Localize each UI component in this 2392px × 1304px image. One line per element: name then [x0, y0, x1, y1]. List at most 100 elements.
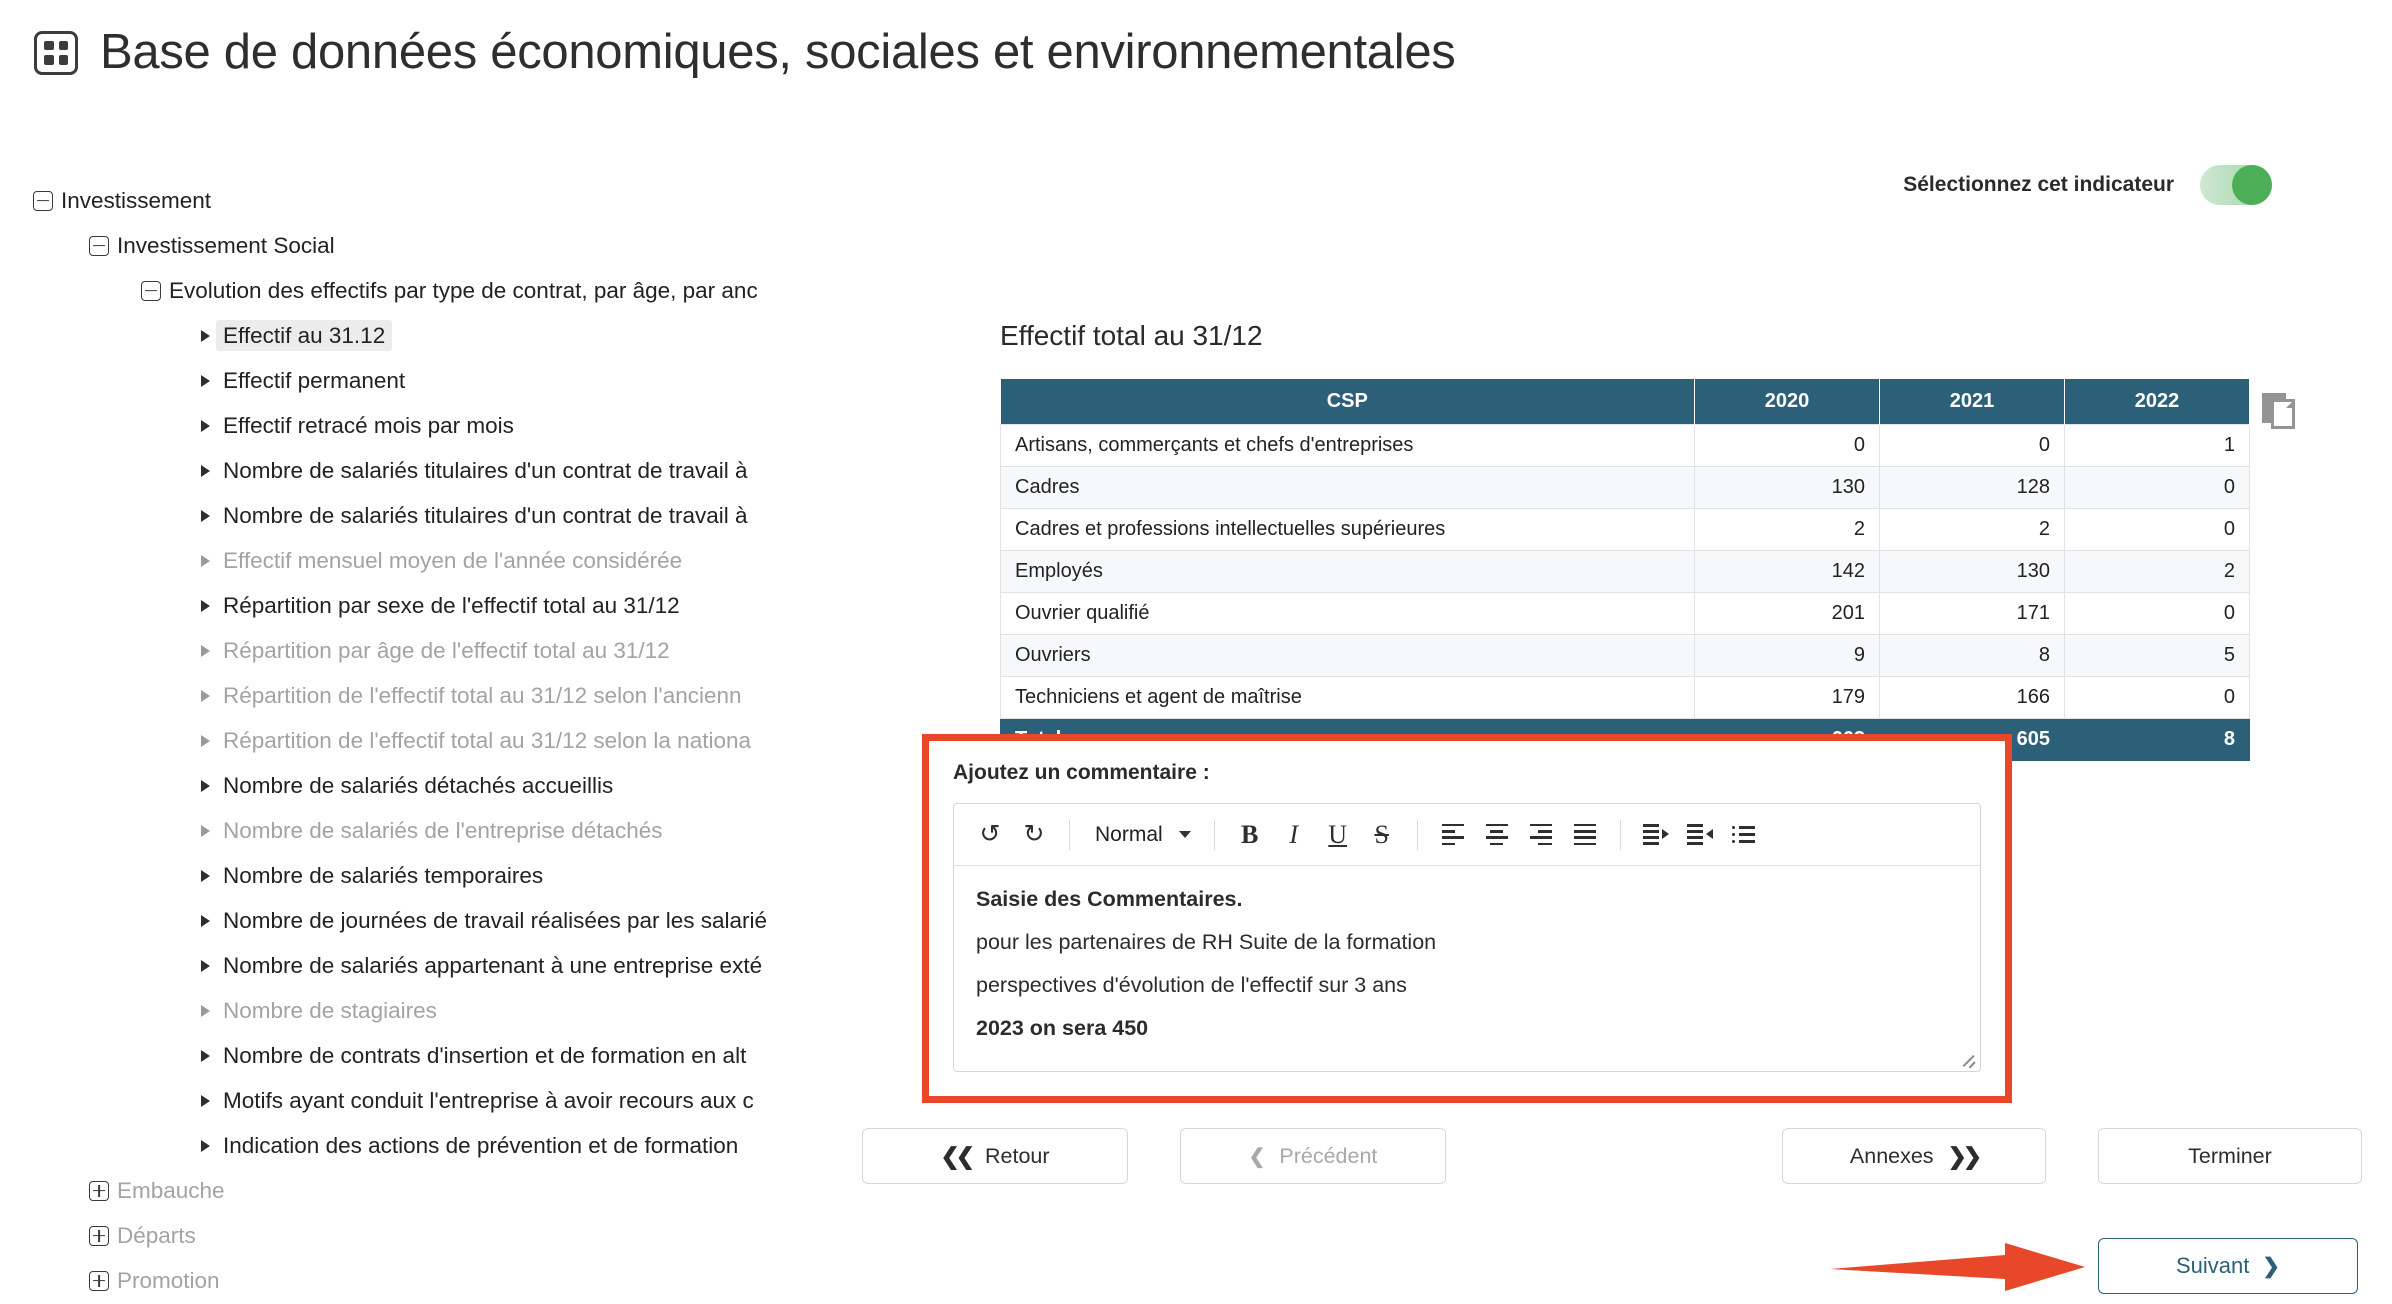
tree-item-label: Nombre de salariés titulaires d'un contr…: [223, 502, 748, 528]
total-value: 8: [2064, 718, 2250, 761]
tree-item[interactable]: Nombre de stagiaires: [0, 988, 812, 1033]
align-right-icon[interactable]: [1521, 815, 1561, 855]
align-justify-icon[interactable]: [1565, 815, 1605, 855]
annotation-arrow-icon: [1830, 1243, 2085, 1291]
italic-button[interactable]: I: [1274, 815, 1314, 855]
indicator-label: Sélectionnez cet indicateur: [1903, 173, 2174, 196]
caret-right-icon[interactable]: [194, 1045, 216, 1067]
underline-button[interactable]: U: [1318, 815, 1358, 855]
caret-right-icon[interactable]: [194, 460, 216, 482]
tree-item-label: Nombre de journées de travail réalisées …: [223, 907, 768, 933]
annexes-label: Annexes: [1849, 1143, 1934, 1168]
resize-handle[interactable]: [1960, 1051, 1976, 1067]
tree-item[interactable]: Nombre de salariés détachés accueillis: [0, 763, 812, 808]
redo-icon[interactable]: ↻: [1014, 815, 1054, 855]
tree-item[interactable]: Répartition par sexe de l'effectif total…: [0, 583, 812, 628]
collapse-box-icon[interactable]: [88, 235, 110, 257]
table-row: Techniciens et agent de maîtrise 179 166 0: [1000, 676, 2250, 719]
tree-item[interactable]: Nombre de salariés appartenant à une ent…: [0, 943, 812, 988]
tree-item[interactable]: Nombre de journées de travail réalisées …: [0, 898, 812, 943]
tree-item[interactable]: Départs: [0, 1213, 812, 1258]
tree-item[interactable]: Nombre de salariés de l'entreprise détac…: [0, 808, 812, 853]
caret-right-icon[interactable]: [194, 1090, 216, 1112]
caret-right-icon[interactable]: [194, 640, 216, 662]
caret-right-icon[interactable]: [194, 550, 216, 572]
strikethrough-button[interactable]: S: [1362, 815, 1402, 855]
caret-right-icon[interactable]: [194, 370, 216, 392]
precedent-button[interactable]: ❮ Précédent: [1180, 1128, 1446, 1184]
bold-button[interactable]: B: [1230, 815, 1270, 855]
cell-value: 2: [2064, 550, 2250, 593]
tree-item[interactable]: Promotion: [0, 1258, 812, 1303]
caret-right-icon[interactable]: [194, 820, 216, 842]
cell-value: 0: [1694, 424, 1880, 467]
tree-item[interactable]: Indication des actions de prévention et …: [0, 1123, 812, 1168]
tree-item[interactable]: Evolution des effectifs par type de cont…: [0, 268, 812, 313]
text-style-select[interactable]: Normal: [1085, 815, 1199, 855]
tree-item-label: Effectif retracé mois par mois: [223, 412, 514, 438]
tree-item[interactable]: Nombre de contrats d'insertion et de for…: [0, 1033, 812, 1078]
tree-item-label: Effectif permanent: [223, 367, 406, 393]
caret-right-icon[interactable]: [194, 1000, 216, 1022]
tree-item[interactable]: Investissement Social: [0, 223, 812, 268]
select-indicator-toggle[interactable]: [2200, 165, 2272, 205]
bullet-list-icon[interactable]: [1724, 815, 1764, 855]
indent-decrease-icon[interactable]: [1680, 815, 1720, 855]
caret-right-icon[interactable]: [194, 595, 216, 617]
tree-item-label: Indication des actions de prévention et …: [223, 1132, 739, 1158]
tree-item[interactable]: Répartition de l'effectif total au 31/12…: [0, 718, 812, 763]
comment-panel: Ajoutez un commentaire : ↺ ↻ Normal B I …: [922, 734, 2012, 1103]
double-chevron-left-icon: ❮❮: [940, 1142, 974, 1169]
align-center-icon[interactable]: [1477, 815, 1517, 855]
tree-item-label: Promotion: [117, 1267, 220, 1293]
expand-box-icon[interactable]: [88, 1270, 110, 1292]
collapse-box-icon[interactable]: [140, 280, 162, 302]
tree-item[interactable]: Effectif mensuel moyen de l'année consid…: [0, 538, 812, 583]
caret-right-icon[interactable]: [194, 505, 216, 527]
indent-increase-icon[interactable]: [1636, 815, 1676, 855]
comment-textarea[interactable]: Saisie des Commentaires. pour les partena…: [954, 866, 1980, 1071]
expand-box-icon[interactable]: [88, 1180, 110, 1202]
comment-line: 2023 on sera 450: [976, 1016, 1149, 1041]
caret-right-icon[interactable]: [194, 865, 216, 887]
toolbar-divider: [1416, 819, 1418, 850]
rich-text-editor: ↺ ↻ Normal B I U S Saisie des Commentair…: [953, 803, 1981, 1072]
tree-item[interactable]: Effectif permanent: [0, 358, 812, 403]
page-header: Base de données économiques, sociales et…: [0, 0, 2392, 77]
cell-value: 171: [1879, 592, 2065, 635]
cell-value: 1: [2064, 424, 2250, 467]
caret-right-icon[interactable]: [194, 910, 216, 932]
caret-right-icon[interactable]: [194, 730, 216, 752]
caret-right-icon[interactable]: [194, 685, 216, 707]
terminer-button[interactable]: Terminer: [2098, 1128, 2362, 1184]
align-left-icon[interactable]: [1433, 815, 1473, 855]
tree-item[interactable]: Nombre de salariés titulaires d'un contr…: [0, 493, 812, 538]
cell-csp: Employés: [1000, 550, 1695, 593]
caret-right-icon[interactable]: [194, 415, 216, 437]
tree-item-label: Nombre de salariés de l'entreprise détac…: [223, 817, 663, 843]
tree-item[interactable]: Embauche: [0, 1168, 812, 1213]
caret-right-icon[interactable]: [194, 775, 216, 797]
copy-document-icon[interactable]: [2262, 393, 2296, 433]
annexes-button[interactable]: Annexes ❯❯: [1782, 1128, 2046, 1184]
collapse-box-icon[interactable]: [32, 190, 54, 212]
tree-item[interactable]: Nombre de salariés titulaires d'un contr…: [0, 448, 812, 493]
caret-right-icon[interactable]: [194, 325, 216, 347]
tree-item[interactable]: Effectif au 31.12: [0, 313, 812, 358]
undo-icon[interactable]: ↺: [970, 815, 1010, 855]
cell-csp: Cadres: [1000, 466, 1695, 509]
tree-item[interactable]: Investissement: [0, 178, 812, 223]
caret-right-icon[interactable]: [194, 1135, 216, 1157]
cell-value: 8: [1879, 634, 2065, 677]
tree-item[interactable]: Répartition par âge de l'effectif total …: [0, 628, 812, 673]
retour-button[interactable]: ❮❮ Retour: [862, 1128, 1128, 1184]
suivant-button[interactable]: Suivant ❯: [2098, 1238, 2358, 1294]
indicator-tree: Investissement Investissement Social Evolu…: [0, 178, 812, 1304]
tree-item[interactable]: Motifs ayant conduit l'entreprise à avoi…: [0, 1078, 812, 1123]
tree-item[interactable]: Répartition de l'effectif total au 31/12…: [0, 673, 812, 718]
tree-item[interactable]: Effectif retracé mois par mois: [0, 403, 812, 448]
caret-right-icon[interactable]: [194, 955, 216, 977]
tree-item[interactable]: Nombre de salariés temporaires: [0, 853, 812, 898]
expand-box-icon[interactable]: [88, 1225, 110, 1247]
col-2022: 2022: [2064, 379, 2250, 425]
